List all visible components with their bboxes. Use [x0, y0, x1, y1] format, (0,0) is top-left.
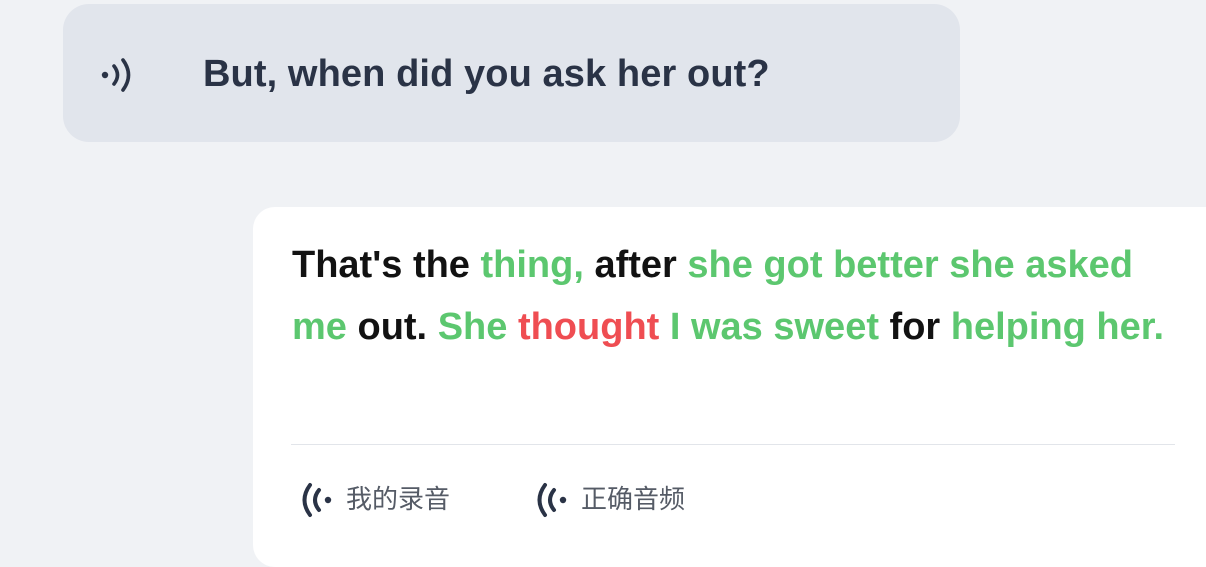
answer-word: thing, [480, 244, 584, 286]
answer-word: She [437, 306, 518, 348]
answer-word: out. [346, 306, 438, 348]
speaker-icon[interactable] [98, 55, 140, 95]
answer-sentence: That's the thing, after she got better s… [292, 234, 1172, 358]
my-recording-button[interactable]: 我的录音 [298, 478, 450, 522]
divider [291, 444, 1175, 445]
answer-word: I was sweet [659, 306, 879, 348]
answer-word: after [583, 244, 688, 286]
sound-wave-icon [302, 483, 332, 517]
sound-wave-icon [537, 483, 567, 517]
answer-word: That's the [292, 244, 481, 286]
my-recording-label: 我的录音 [346, 485, 451, 515]
correct-audio-label: 正确音频 [581, 485, 686, 515]
answer-word: for [878, 306, 951, 348]
answer-word: thought [517, 306, 660, 348]
answer-word: helping her. [950, 306, 1165, 348]
correct-audio-button[interactable]: 正确音频 [533, 478, 685, 522]
prompt-text: But, when did you ask her out? [203, 53, 770, 95]
